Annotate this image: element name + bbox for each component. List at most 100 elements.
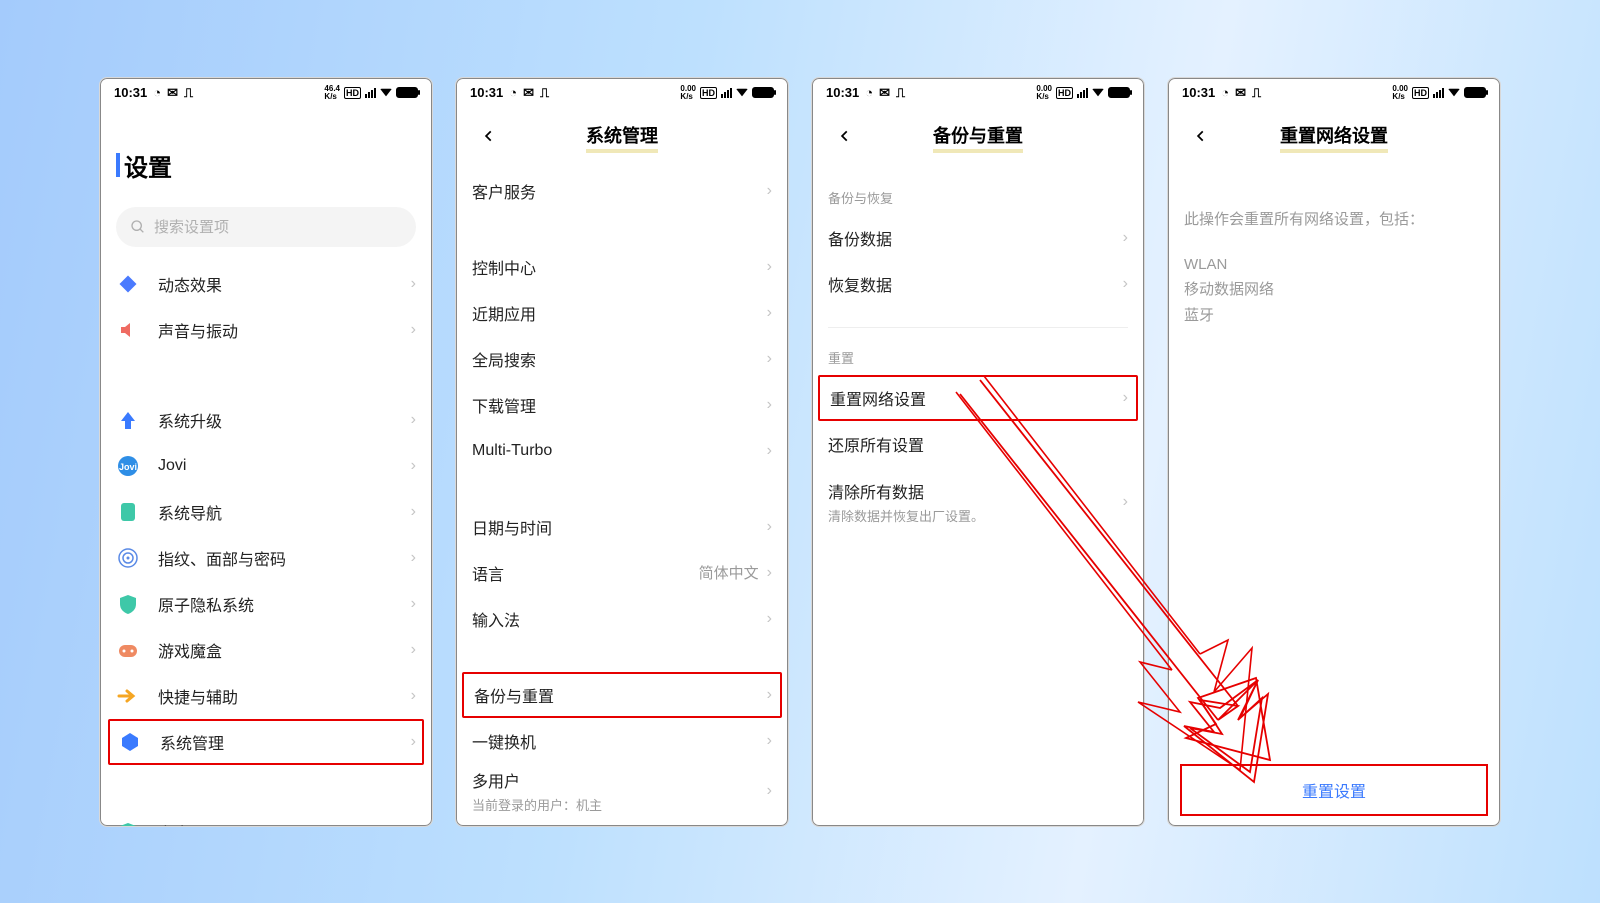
row-label: 系统管理 [160, 730, 411, 754]
row-dynamic-effects[interactable]: 动态效果 › [116, 261, 416, 307]
chevron-right-icon: › [767, 564, 772, 582]
mail-icon: ✉ [167, 85, 178, 101]
net-label: 0.00K/s [680, 85, 696, 101]
usb-icon: ⎍ [896, 85, 905, 101]
reset-item-bluetooth: 蓝牙 [1184, 303, 1484, 329]
status-time: 10:31 [1182, 85, 1215, 100]
battery-icon [1464, 87, 1486, 98]
row-label: 系统导航 [158, 500, 411, 524]
status-bar: 10:31◔✉⎍ 0.00K/sHD [456, 78, 788, 108]
row-backup-reset[interactable]: 备份与重置› [462, 672, 782, 718]
row-reset-network[interactable]: 重置网络设置› [818, 375, 1138, 421]
row-system-nav[interactable]: 系统导航 › [116, 489, 416, 535]
chevron-right-icon: › [411, 321, 416, 339]
status-bar: 10:31◔✉⎍ 0.00K/sHD [1168, 78, 1500, 108]
row-label: Jovi [158, 457, 411, 475]
row-jovi[interactable]: Jovi Jovi › [116, 443, 416, 489]
battery-icon [396, 87, 418, 98]
chevron-right-icon: › [1123, 229, 1128, 247]
compass-icon: ◔ [509, 85, 517, 100]
row-input-method[interactable]: 输入法› [472, 596, 772, 642]
upgrade-icon [116, 408, 140, 432]
search-input[interactable]: 搜索设置项 [116, 207, 416, 247]
mail-icon: ✉ [1235, 85, 1246, 101]
row-label: 原子隐私系统 [158, 592, 411, 616]
mail-icon: ✉ [879, 85, 890, 101]
net-label: 0.00K/s [1036, 85, 1052, 101]
chevron-right-icon: › [767, 782, 772, 800]
reset-list: WLAN 移动数据网络 蓝牙 [1184, 252, 1484, 329]
row-label: 清除所有数据 [828, 479, 1123, 503]
chevron-right-icon: › [767, 304, 772, 322]
row-system-upgrade[interactable]: 系统升级 › [116, 397, 416, 443]
row-security[interactable]: 安全 › [116, 809, 416, 826]
back-button[interactable] [472, 116, 506, 159]
reset-item-wlan: WLAN [1184, 252, 1484, 278]
net-label: 46.4K/s [324, 85, 340, 101]
row-sound-vibration[interactable]: 声音与振动 › [116, 307, 416, 353]
wifi-icon [1092, 89, 1104, 97]
chevron-right-icon: › [411, 641, 416, 659]
row-label: 客户服务 [472, 179, 767, 203]
section-backup-restore: 备份与恢复 [828, 188, 1128, 207]
row-biometrics[interactable]: 指纹、面部与密码 › [116, 535, 416, 581]
row-multi-user[interactable]: 多用户 当前登录的用户：机主 › [472, 764, 772, 818]
page-title: 系统管理 [586, 122, 658, 153]
status-time: 10:31 [114, 85, 147, 100]
chevron-right-icon: › [767, 182, 772, 200]
row-clear-all[interactable]: 清除所有数据 清除数据并恢复出厂设置。 › [828, 475, 1128, 529]
row-label: 备份与重置 [474, 683, 767, 707]
row-global-search[interactable]: 全局搜索› [472, 336, 772, 382]
battery-icon [752, 87, 774, 98]
row-date-time[interactable]: 日期与时间› [472, 504, 772, 550]
row-label: 游戏魔盒 [158, 638, 411, 662]
status-time: 10:31 [826, 85, 859, 100]
row-language[interactable]: 语言简体中文› [472, 550, 772, 596]
shield-icon [116, 592, 140, 616]
row-reset-all[interactable]: 还原所有设置 [828, 421, 1128, 467]
page-title: 备份与重置 [933, 122, 1023, 153]
row-multi-turbo[interactable]: Multi-Turbo› [472, 428, 772, 474]
row-label: 动态效果 [158, 272, 411, 296]
chevron-right-icon: › [411, 457, 416, 475]
back-button[interactable] [1184, 116, 1218, 159]
compass-icon: ◔ [865, 85, 873, 100]
game-icon [116, 638, 140, 662]
back-button[interactable] [828, 116, 862, 159]
usb-icon: ⎍ [184, 85, 193, 101]
row-sublabel: 清除数据并恢复出厂设置。 [828, 506, 1123, 525]
row-label: 一键换机 [472, 729, 767, 753]
row-label: Multi-Turbo [472, 442, 767, 460]
row-system-management[interactable]: 系统管理 › [108, 719, 424, 765]
row-download-manager[interactable]: 下载管理› [472, 382, 772, 428]
row-privacy[interactable]: 原子隐私系统 › [116, 581, 416, 627]
signal-icon [721, 88, 732, 98]
net-label: 0.00K/s [1392, 85, 1408, 101]
reset-button[interactable]: 重置设置 [1302, 778, 1366, 802]
nav-icon [116, 500, 140, 524]
row-recent-apps[interactable]: 近期应用› [472, 290, 772, 336]
row-control-center[interactable]: 控制中心› [472, 244, 772, 290]
subheader: 重置网络设置 [1184, 108, 1484, 168]
chevron-right-icon: › [767, 686, 772, 704]
chevron-right-icon: › [411, 687, 416, 705]
chevron-right-icon: › [767, 258, 772, 276]
hd-icon: HD [1056, 87, 1073, 99]
row-one-click-switch[interactable]: 一键换机› [472, 718, 772, 764]
row-label: 还原所有设置 [828, 432, 1128, 456]
signal-icon [1077, 88, 1088, 98]
chevron-right-icon: › [767, 442, 772, 460]
row-accessibility[interactable]: 快捷与辅助 › [116, 673, 416, 719]
chevron-right-icon: › [767, 396, 772, 414]
search-placeholder: 搜索设置项 [154, 216, 229, 237]
chevron-right-icon: › [411, 733, 416, 751]
row-game-box[interactable]: 游戏魔盒 › [116, 627, 416, 673]
row-value: 简体中文 [699, 562, 759, 583]
chevron-right-icon: › [1123, 275, 1128, 293]
reset-description: 此操作会重置所有网络设置，包括： [1184, 208, 1484, 232]
row-customer-service[interactable]: 客户服务› [472, 168, 772, 214]
row-backup-data[interactable]: 备份数据› [828, 215, 1128, 261]
chevron-right-icon: › [767, 518, 772, 536]
row-restore-data[interactable]: 恢复数据› [828, 261, 1128, 307]
row-label: 备份数据 [828, 226, 1123, 250]
